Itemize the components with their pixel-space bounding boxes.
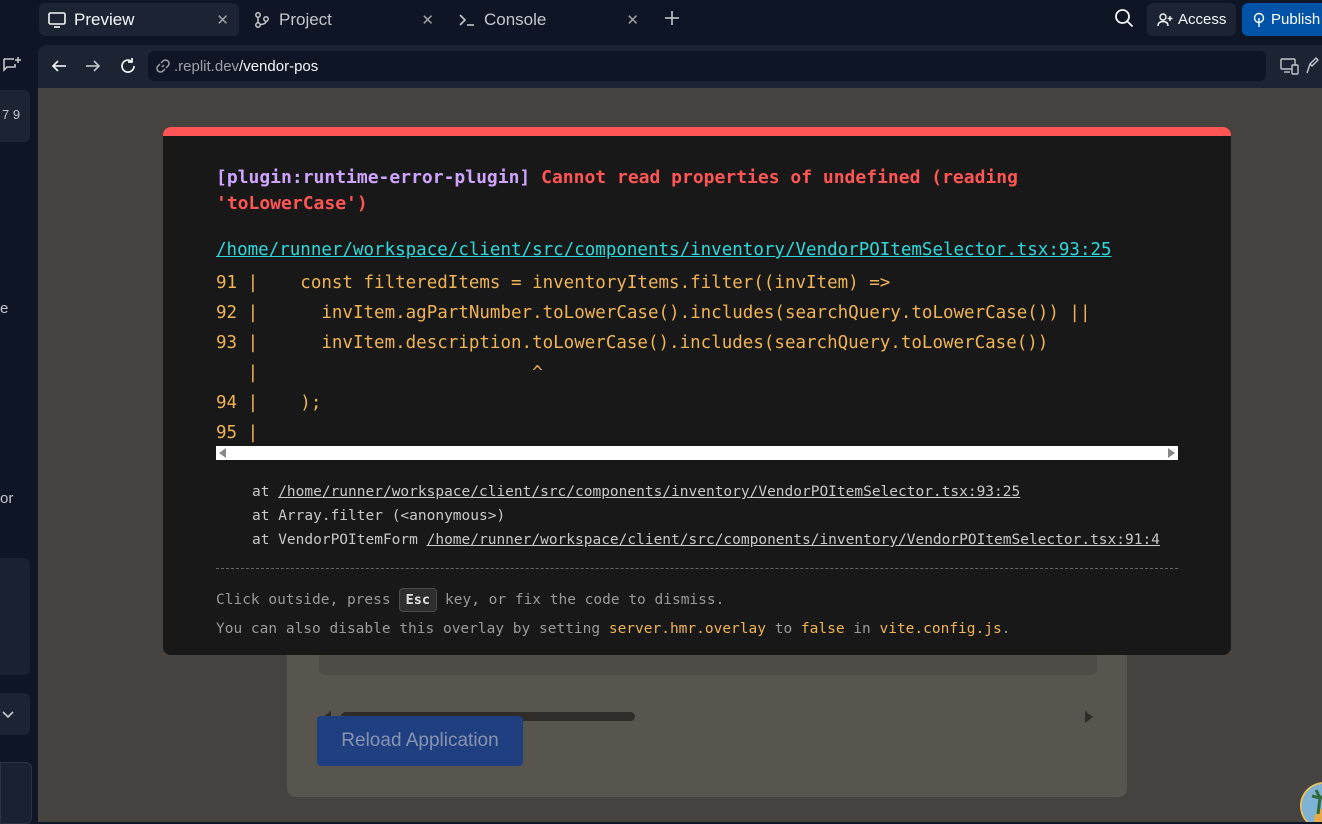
monitor-icon	[47, 10, 67, 30]
tip-text: to	[765, 621, 801, 637]
url-domain: .replit.dev	[174, 57, 240, 75]
tip-text: in	[844, 621, 880, 637]
scroll-left-icon[interactable]	[219, 448, 226, 458]
url-path: /vendor-pos	[239, 57, 319, 75]
chevron-down-icon	[2, 707, 14, 725]
new-chat-icon[interactable]	[2, 56, 22, 81]
link-icon	[155, 58, 171, 74]
new-tab-plus-icon[interactable]	[660, 6, 684, 30]
publish-icon	[1252, 12, 1266, 28]
access-label: Access	[1178, 11, 1227, 28]
close-icon[interactable]: ✕	[626, 11, 639, 29]
tab-label: Project	[279, 9, 332, 29]
sidebar-dropdown[interactable]	[0, 693, 30, 735]
reload-application-button[interactable]: Reload Application	[317, 716, 523, 766]
error-file-link[interactable]: /home/runner/workspace/client/src/compon…	[216, 240, 1112, 260]
devices-icon[interactable]	[1280, 57, 1300, 80]
tip-text: You can also disable this overlay by set…	[216, 621, 609, 637]
config-file: vite.config.js	[879, 621, 1002, 637]
publish-button[interactable]: Publish	[1242, 3, 1322, 36]
config-value: false	[800, 621, 845, 637]
refresh-icon[interactable]	[117, 55, 139, 77]
code-line: | ^	[216, 363, 543, 383]
sidebar-fragment: e	[0, 300, 9, 317]
avatar[interactable]	[1300, 782, 1322, 822]
access-button[interactable]: Access	[1147, 3, 1236, 36]
config-setting: server.hmr.overlay	[608, 621, 766, 637]
forward-arrow-icon[interactable]	[82, 55, 104, 77]
close-icon[interactable]: ✕	[421, 11, 434, 29]
address-bar: .replit.dev/vendor-pos	[38, 45, 1322, 88]
esc-key: Esc	[398, 588, 437, 612]
stack-line: at VendorPOItemForm /home/runner/workspa…	[252, 528, 1178, 552]
code-line: 93 | invItem.description.toLowerCase().i…	[216, 333, 1049, 353]
publish-label: Publish	[1271, 11, 1321, 28]
code-frame: 91 | const filteredItems = inventoryItem…	[216, 268, 1090, 448]
divider	[216, 568, 1178, 569]
left-rail: 7 9 e or	[0, 38, 38, 824]
stack-line: at /home/runner/workspace/client/src/com…	[252, 480, 1178, 504]
tab-label: Console	[484, 9, 547, 29]
sidebar-fragment: or	[0, 490, 14, 507]
tab-project[interactable]: Project ✕	[244, 3, 444, 36]
stack-prefix: at VendorPOItemForm	[252, 532, 427, 548]
tab-console[interactable]: Console ✕	[449, 3, 649, 36]
scroll-right-icon[interactable]	[1168, 448, 1175, 458]
scroll-right-icon[interactable]	[1085, 711, 1093, 723]
tab-label: Preview	[74, 9, 135, 29]
stack-prefix: at	[252, 484, 279, 500]
error-heading: [plugin:runtime-error-plugin] Cannot rea…	[216, 165, 1116, 217]
tip-text: key, or fix the code to dismiss.	[445, 592, 725, 608]
devtools-icon[interactable]	[1306, 56, 1322, 81]
terminal-icon	[457, 10, 477, 30]
tip-text: .	[1001, 621, 1011, 637]
code-frame-scrollbar[interactable]	[216, 446, 1178, 460]
close-icon[interactable]: ✕	[216, 11, 229, 29]
url-input[interactable]: .replit.dev/vendor-pos	[148, 51, 1266, 81]
sidebar-panel	[0, 558, 30, 675]
stack-file-link[interactable]: /home/runner/workspace/client/src/compon…	[427, 532, 1160, 548]
dismiss-tip: Click outside, press Esc key, or fix the…	[216, 588, 724, 612]
sidebar-card[interactable]: 7 9	[0, 90, 30, 142]
stack-line: at Array.filter (<anonymous>)	[252, 504, 1178, 528]
stack-trace: at /home/runner/workspace/client/src/com…	[252, 480, 1178, 552]
tab-preview[interactable]: Preview ✕	[39, 3, 239, 36]
code-line: 95 |	[216, 423, 259, 443]
stack-text: Array.filter (<anonymous>)	[278, 508, 506, 524]
stack-prefix: at	[252, 508, 279, 524]
add-user-icon	[1157, 12, 1173, 28]
code-line: 91 | const filteredItems = inventoryItem…	[216, 273, 891, 293]
code-line: 94 | );	[216, 393, 322, 413]
sidebar-input[interactable]	[0, 762, 32, 824]
tab-bar: Preview ✕ Project ✕ Console ✕ Access Pub…	[0, 0, 1322, 38]
stack-file-link[interactable]: /home/runner/workspace/client/src/compon…	[278, 484, 1020, 500]
code-line: 92 | invItem.agPartNumber.toLowerCase().…	[216, 303, 1091, 323]
sidebar-fragment: 7 9	[2, 107, 21, 122]
search-icon[interactable]	[1114, 8, 1136, 30]
back-arrow-icon[interactable]	[48, 55, 70, 77]
vite-error-overlay[interactable]: [plugin:runtime-error-plugin] Cannot rea…	[163, 127, 1231, 655]
git-branch-icon	[252, 10, 272, 30]
error-plugin: [plugin:runtime-error-plugin]	[216, 167, 531, 188]
disable-overlay-tip: You can also disable this overlay by set…	[216, 621, 1010, 637]
tip-text: Click outside, press	[216, 592, 391, 608]
